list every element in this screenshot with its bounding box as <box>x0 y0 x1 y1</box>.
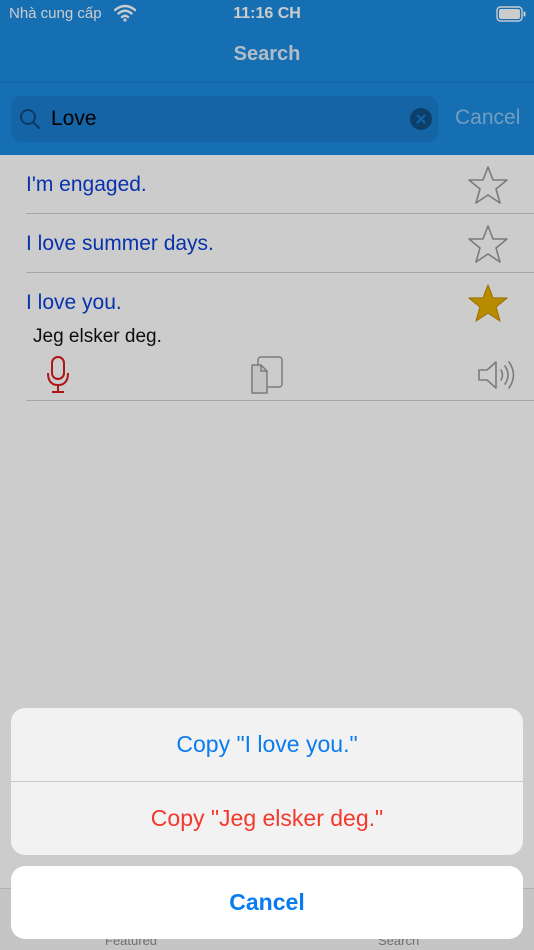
action-sheet: Copy "I love you." Copy "Jeg elsker deg.… <box>11 708 523 855</box>
copy-translation-action[interactable]: Copy "Jeg elsker deg." <box>11 782 523 855</box>
action-sheet-cancel-button[interactable]: Cancel <box>11 866 523 939</box>
copy-english-action[interactable]: Copy "I love you." <box>11 708 523 781</box>
